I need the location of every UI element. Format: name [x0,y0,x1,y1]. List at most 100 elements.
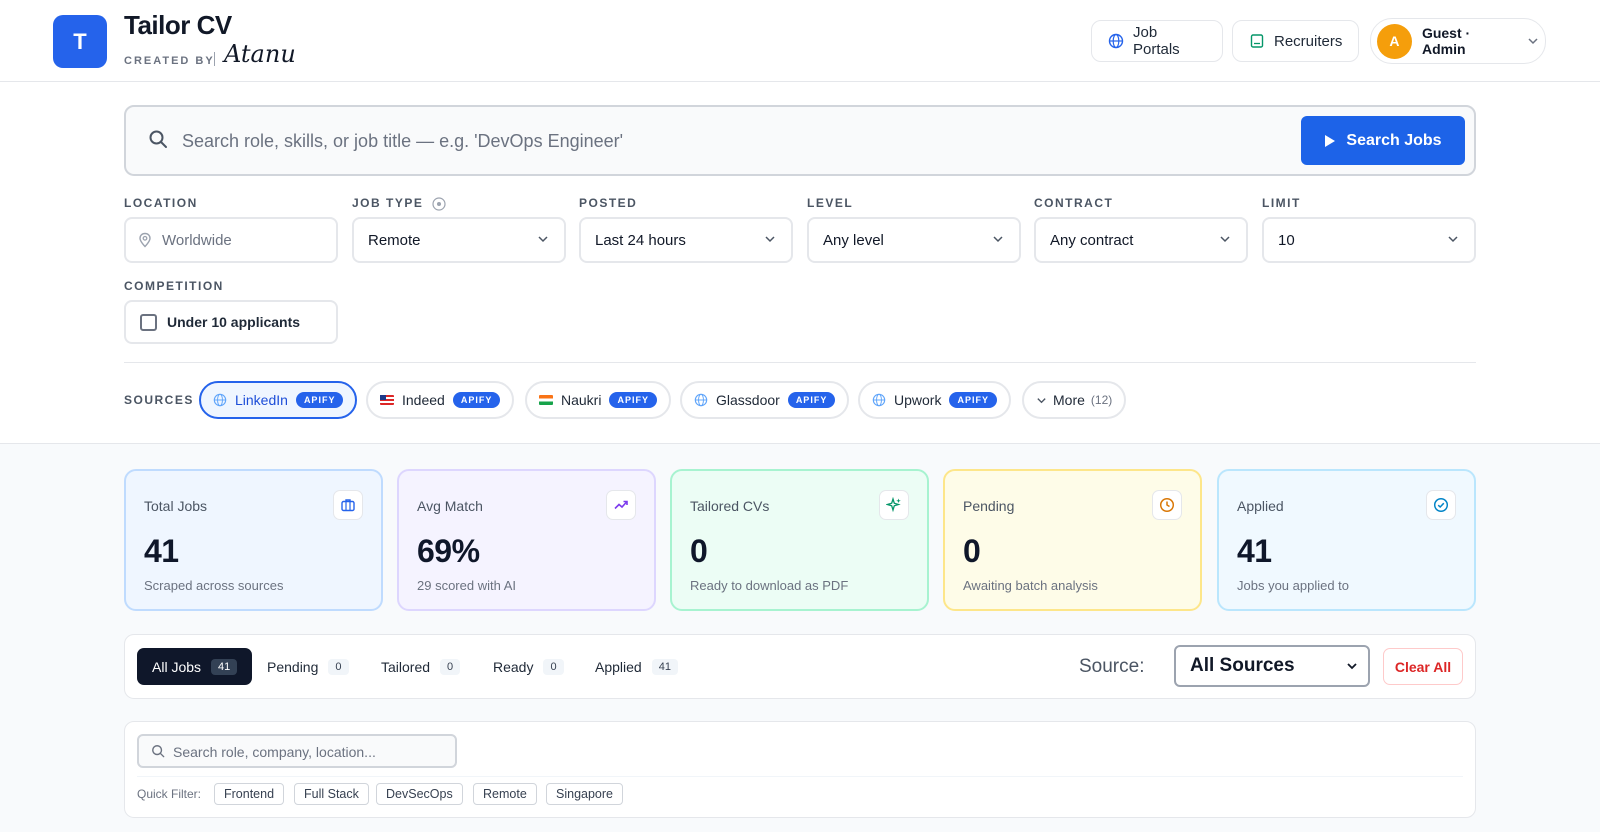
apify-badge: APIFY [787,392,836,408]
apify-badge: APIFY [295,392,344,408]
quick-filter-frontend[interactable]: Frontend [214,783,285,805]
globe-icon [1108,33,1124,49]
stat-label: Tailored CVs [690,498,770,514]
location-label: LOCATION [124,196,198,210]
job-type-select[interactable]: Remote [352,217,566,263]
more-label: More [1053,392,1085,408]
source-filter-select[interactable]: All Sources [1174,645,1370,687]
tab-all-jobs[interactable]: All Jobs 41 [137,648,253,685]
search-jobs-button[interactable]: Search Jobs [1301,116,1465,165]
tab-count: 0 [440,658,461,675]
recruiters-button[interactable]: Recruiters [1232,20,1359,62]
under-10-applicants-checkbox[interactable] [140,313,157,331]
level-label: LEVEL [807,196,854,210]
stat-label: Total Jobs [144,498,208,514]
play-icon [1324,134,1336,148]
job-portals-label: Job Portals [1133,24,1180,58]
more-sources-button[interactable]: More (12) [1022,381,1127,419]
limit-label: LIMIT [1262,196,1301,210]
recruiters-label: Recruiters [1274,32,1343,50]
created-by-label: CREATED BY [124,55,215,67]
tab-ready[interactable]: Ready 0 [478,648,579,685]
tab-applied[interactable]: Applied 41 [580,648,693,685]
stat-subtext: 29 scored with AI [417,578,516,593]
stat-label: Applied [1237,498,1284,514]
tab-count: 0 [328,658,349,675]
chevron-down-icon [1346,660,1358,672]
info-icon[interactable] [432,197,446,211]
stat-card-pending: Pending 0 Awaiting batch analysis [943,469,1202,611]
job-portals-button[interactable]: Job Portals [1091,20,1223,62]
quick-filter-devsecops[interactable]: DevSecOps [376,783,463,805]
quick-filter-singapore[interactable]: Singapore [546,783,623,805]
avatar: A [1377,23,1412,59]
source-chip-linkedin[interactable]: LinkedIn APIFY [199,381,358,419]
limit-select[interactable]: 10 [1262,217,1476,263]
panel-divider [137,776,1463,777]
more-count: (12) [1090,393,1113,407]
tab-count: 41 [651,658,678,675]
brand-title: Tailor CV [124,10,232,40]
stat-value: 41 [144,533,179,569]
stat-subtext: Jobs you applied to [1237,578,1350,593]
clear-all-button[interactable]: Clear All [1383,648,1463,685]
source-chip-upwork[interactable]: Upwork APIFY [858,381,1011,419]
tab-pending[interactable]: Pending 0 [252,648,364,685]
posted-label: POSTED [579,196,638,210]
stat-card-total-jobs: Total Jobs 41 Scraped across sources [124,469,383,611]
source-filter-label: Source: [1079,656,1145,677]
stat-card-avg-match: Avg Match 69% 29 scored with AI [397,469,656,611]
source-chip-glassdoor[interactable]: Glassdoor APIFY [680,381,850,419]
source-chip-naukri[interactable]: Naukri APIFY [525,381,671,419]
check-circle-icon [1426,490,1456,520]
sparkles-icon [879,490,909,520]
tab-tailored[interactable]: Tailored 0 [366,648,475,685]
location-field[interactable]: Worldwide [124,217,338,263]
top-header: T Tailor CV CREATED BY Atanu Job Portals… [0,0,1600,82]
apify-badge: APIFY [949,392,997,408]
job-list-search [137,734,457,768]
job-search-input[interactable] [182,123,1272,159]
chevron-down-icon [1446,232,1460,246]
user-menu[interactable]: A Guest · Admin [1370,18,1546,64]
competition-label: COMPETITION [124,279,224,293]
posted-select[interactable]: Last 24 hours [579,217,793,263]
source-chip-indeed[interactable]: Indeed APIFY [366,381,515,419]
user-name: Guest · Admin [1421,25,1471,57]
apify-badge: APIFY [452,392,501,408]
source-name: Indeed [402,392,445,408]
stat-subtext: Awaiting batch analysis [963,578,1098,593]
chevron-down-icon [1218,232,1232,246]
job-status-tabs: All Jobs 41 Pending 0 Tailored 0 Ready 0… [124,634,1476,699]
tab-count: 0 [543,658,564,675]
tab-label: Tailored [381,658,431,675]
globe-icon [694,393,708,407]
app-logo[interactable]: T [53,15,107,68]
search-jobs-label: Search Jobs [1346,131,1442,149]
stat-subtext: Ready to download as PDF [690,578,849,593]
job-list-search-input[interactable] [173,741,443,763]
job-list-filter-panel: Quick Filter: Frontend Full Stack DevSec… [124,721,1476,818]
contract-value: Any contract [1050,231,1134,249]
stat-label: Pending [963,498,1015,514]
under-10-applicants-toggle[interactable]: Under 10 applicants [124,300,338,344]
tab-label: Pending [267,658,319,675]
creator-signature: Atanu [224,40,296,68]
tab-label: Ready [493,658,534,675]
stat-value: 0 [690,533,708,569]
india-flag-icon [539,395,553,405]
source-name: LinkedIn [235,392,288,408]
level-select[interactable]: Any level [807,217,1021,263]
tab-label: All Jobs [152,658,202,675]
source-name: Glassdoor [716,392,780,408]
globe-icon [213,393,227,407]
briefcase-icon [333,490,363,520]
contract-label: CONTRACT [1034,196,1114,210]
section-divider [124,362,1476,363]
quick-filter-remote[interactable]: Remote [473,783,537,805]
quick-filter-full-stack[interactable]: Full Stack [294,783,369,805]
tab-label: Applied [595,658,642,675]
stat-value: 0 [963,533,981,569]
contract-select[interactable]: Any contract [1034,217,1248,263]
stat-label: Avg Match [417,498,483,514]
